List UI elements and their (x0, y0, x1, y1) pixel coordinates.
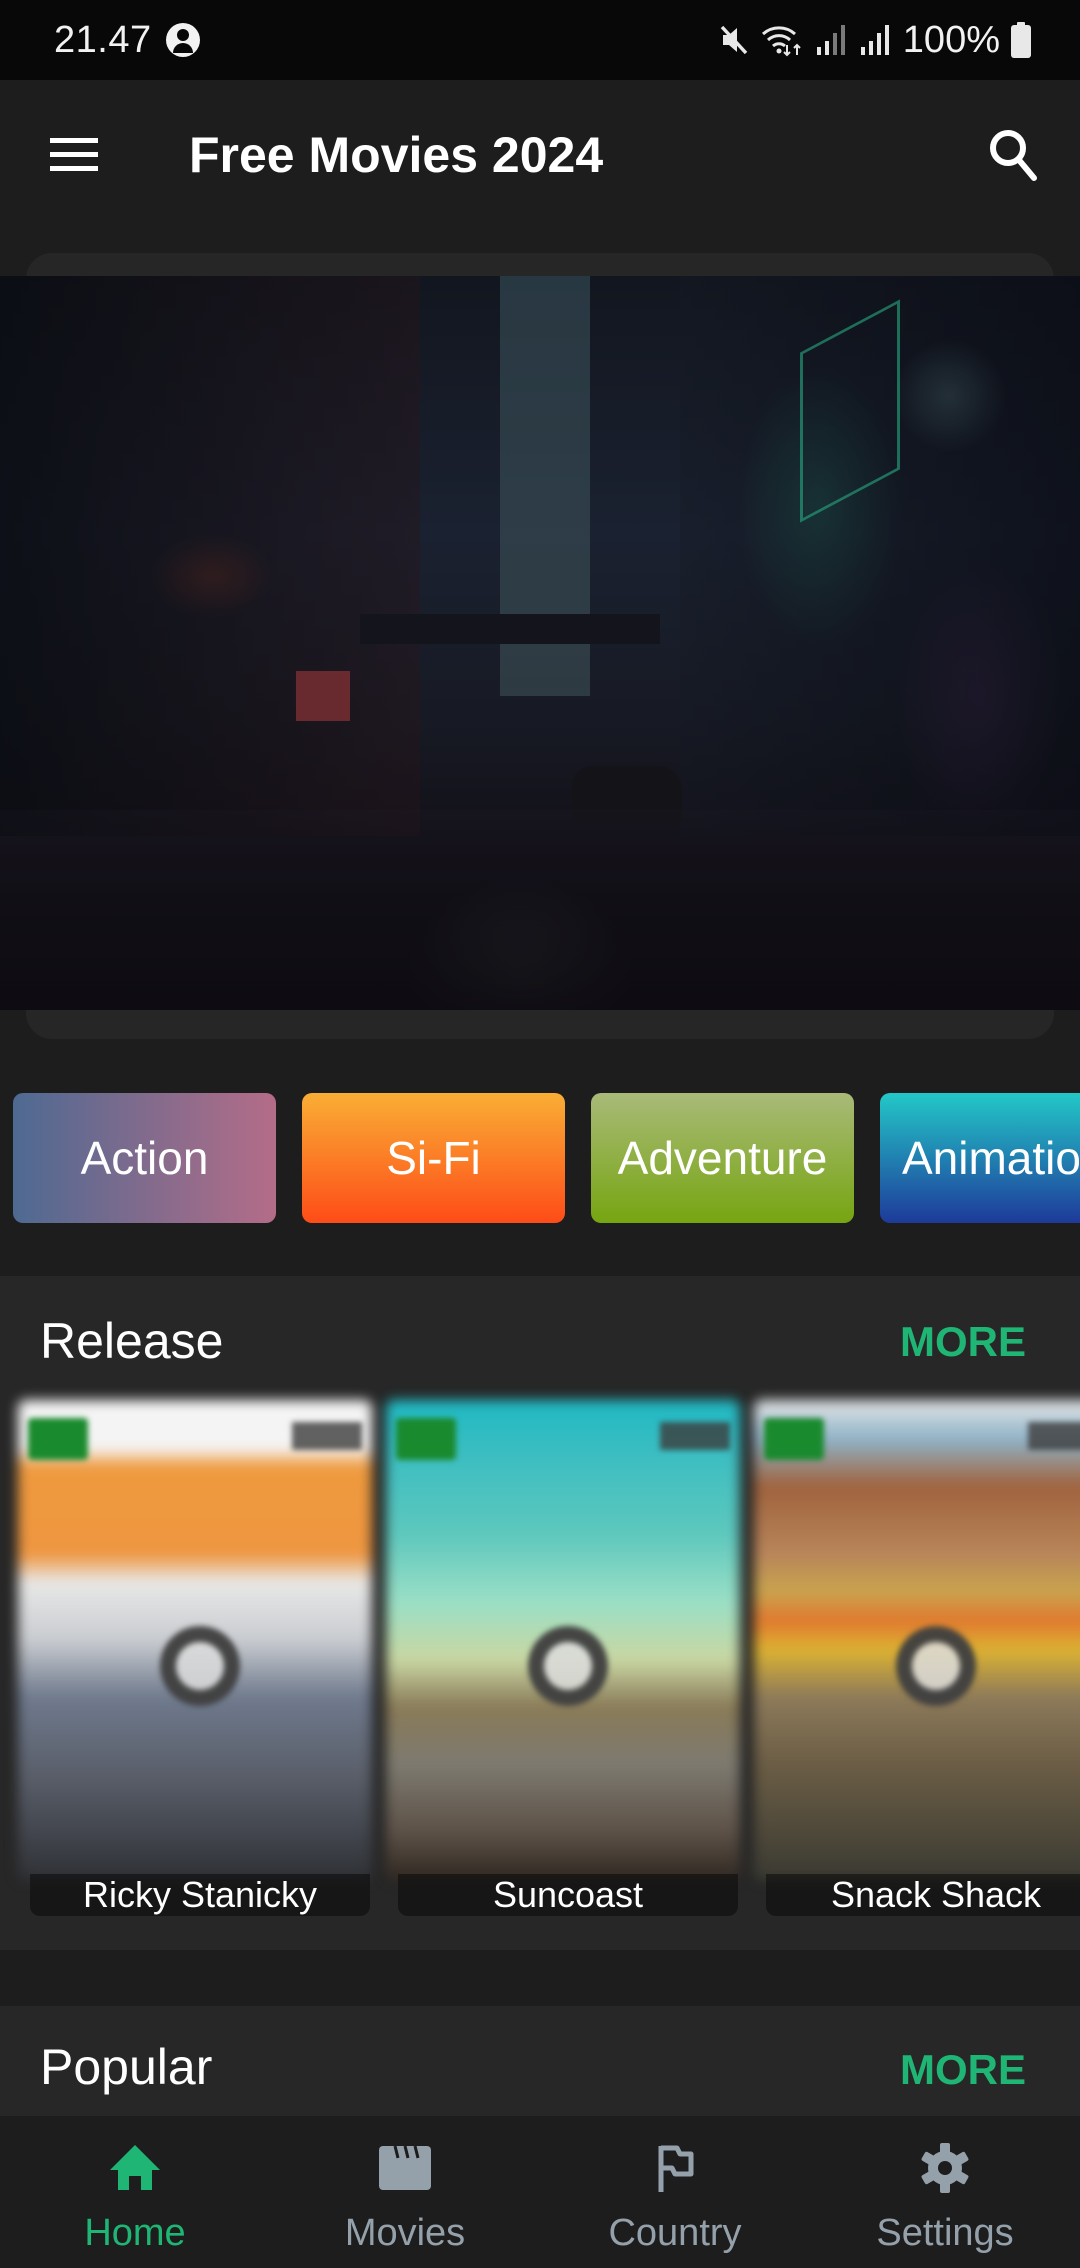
nav-item-home[interactable]: Home (0, 2116, 270, 2268)
account-circle-icon (165, 23, 200, 57)
nav-label: Movies (344, 2212, 466, 2254)
popular-section: Popular MORE (0, 2006, 1080, 2116)
play-icon[interactable] (896, 1626, 976, 1706)
movie-title: Ricky Stanicky (30, 1874, 370, 1916)
nav-item-movies[interactable]: Movies (270, 2116, 540, 2268)
battery-icon (1011, 22, 1031, 58)
banner-bridge (360, 614, 660, 644)
home-icon (110, 2145, 160, 2190)
banner-image[interactable] (0, 276, 1080, 1010)
genre-chip-action[interactable]: Action (13, 1093, 276, 1223)
banner-street (0, 810, 1080, 1010)
release-movie-list: Ricky Stanicky Suncoast Snack Shack (18, 1400, 1080, 1916)
play-icon[interactable] (160, 1626, 240, 1706)
mute-icon (720, 25, 748, 55)
nav-item-country[interactable]: Country (540, 2116, 810, 2268)
quality-badge (28, 1418, 88, 1460)
nav-label: Home (84, 2212, 186, 2254)
wifi-icon (761, 26, 801, 57)
app-bar: Free Movies 2024 (0, 80, 1080, 230)
genre-chip-animation[interactable]: Animation (880, 1093, 1080, 1223)
movie-title: Suncoast (398, 1874, 738, 1916)
year-badge (292, 1422, 362, 1450)
year-badge (660, 1422, 730, 1450)
year-badge (1028, 1422, 1080, 1450)
popular-more-button[interactable]: MORE (900, 2046, 1026, 2094)
banner-red-sign (296, 671, 350, 721)
movie-title: Snack Shack (766, 1874, 1080, 1916)
section-title: Popular (40, 2039, 213, 2095)
genre-chip-adventure[interactable]: Adventure (591, 1093, 854, 1223)
hamburger-menu-icon[interactable] (50, 138, 98, 172)
gear-icon (921, 2143, 969, 2193)
movie-card[interactable]: Snack Shack (754, 1400, 1080, 1916)
status-indicators: 100% (717, 19, 1032, 62)
genre-chip-sci-fi[interactable]: Si-Fi (302, 1093, 565, 1223)
battery-percentage: 100% (902, 18, 1000, 61)
clapperboard-icon (379, 2145, 431, 2190)
play-icon[interactable] (528, 1626, 608, 1706)
banner-building-left (0, 276, 420, 836)
signal-icon (816, 25, 845, 55)
bottom-navigation: Home Movies Country Settings (0, 2116, 1080, 2268)
flag-icon (658, 2145, 694, 2192)
status-time: 21.47 (54, 18, 152, 61)
quality-badge (764, 1418, 824, 1460)
nav-label: Settings (876, 2212, 1014, 2254)
section-title: Release (40, 1313, 224, 1369)
movie-card[interactable]: Suncoast (386, 1400, 740, 1916)
signal-icon (860, 25, 889, 55)
app-title: Free Movies 2024 (189, 127, 604, 183)
status-bar: 21.47 100% (0, 0, 1080, 80)
nav-label: Country (608, 2212, 742, 2254)
genre-list: Action Si-Fi Adventure Animation (13, 1093, 1080, 1223)
release-more-button[interactable]: MORE (900, 1318, 1026, 1366)
movie-card[interactable]: Ricky Stanicky (18, 1400, 372, 1916)
quality-badge (396, 1418, 456, 1460)
nav-item-settings[interactable]: Settings (810, 2116, 1080, 2268)
search-icon[interactable] (988, 128, 1040, 184)
